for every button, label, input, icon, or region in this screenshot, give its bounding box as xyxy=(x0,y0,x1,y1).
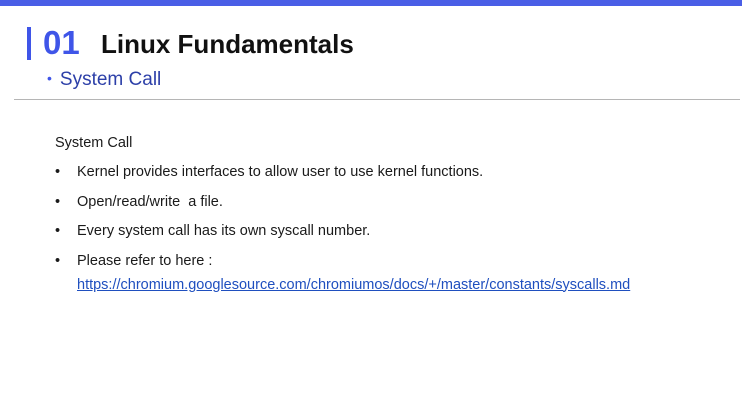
bullet-icon: • xyxy=(55,164,61,180)
section-number: 01 xyxy=(43,24,80,61)
list-item-text: Kernel provides interfaces to allow user… xyxy=(77,164,484,180)
top-accent-bar xyxy=(0,0,742,6)
bullet-list: • Kernel provides interfaces to allow us… xyxy=(55,162,735,271)
subtitle-text: System Call xyxy=(59,69,162,90)
list-item: • Open/read/write a file. xyxy=(55,192,735,212)
list-item: • Please refer to here : xyxy=(55,251,735,271)
slide-title: Linux Fundamentals xyxy=(101,29,354,59)
bullet-icon: • xyxy=(55,223,61,239)
bullet-icon: • xyxy=(55,252,61,269)
list-item-text: Every system call has its own syscall nu… xyxy=(77,223,371,239)
slide: 01 Linux Fundamentals • System Call Syste… xyxy=(0,0,742,403)
list-item: • Kernel provides interfaces to allow us… xyxy=(55,162,735,182)
title-accent-bar xyxy=(27,27,31,60)
subtitle-bullet-icon: • xyxy=(47,70,52,86)
content-body: System Call • Kernel provides interfaces… xyxy=(55,133,735,295)
list-item: • Every system call has its own syscall … xyxy=(55,221,735,241)
slide-subtitle: • System Call xyxy=(47,66,161,92)
list-item-text: Please refer to here : xyxy=(77,252,213,269)
syscalls-reference-link[interactable]: https://chromium.googlesource.com/chromi… xyxy=(77,275,735,295)
header-divider xyxy=(14,99,740,100)
bullet-icon: • xyxy=(55,193,61,210)
list-item-text: Open/read/write a file. xyxy=(77,193,223,210)
content-heading: System Call xyxy=(55,135,133,151)
